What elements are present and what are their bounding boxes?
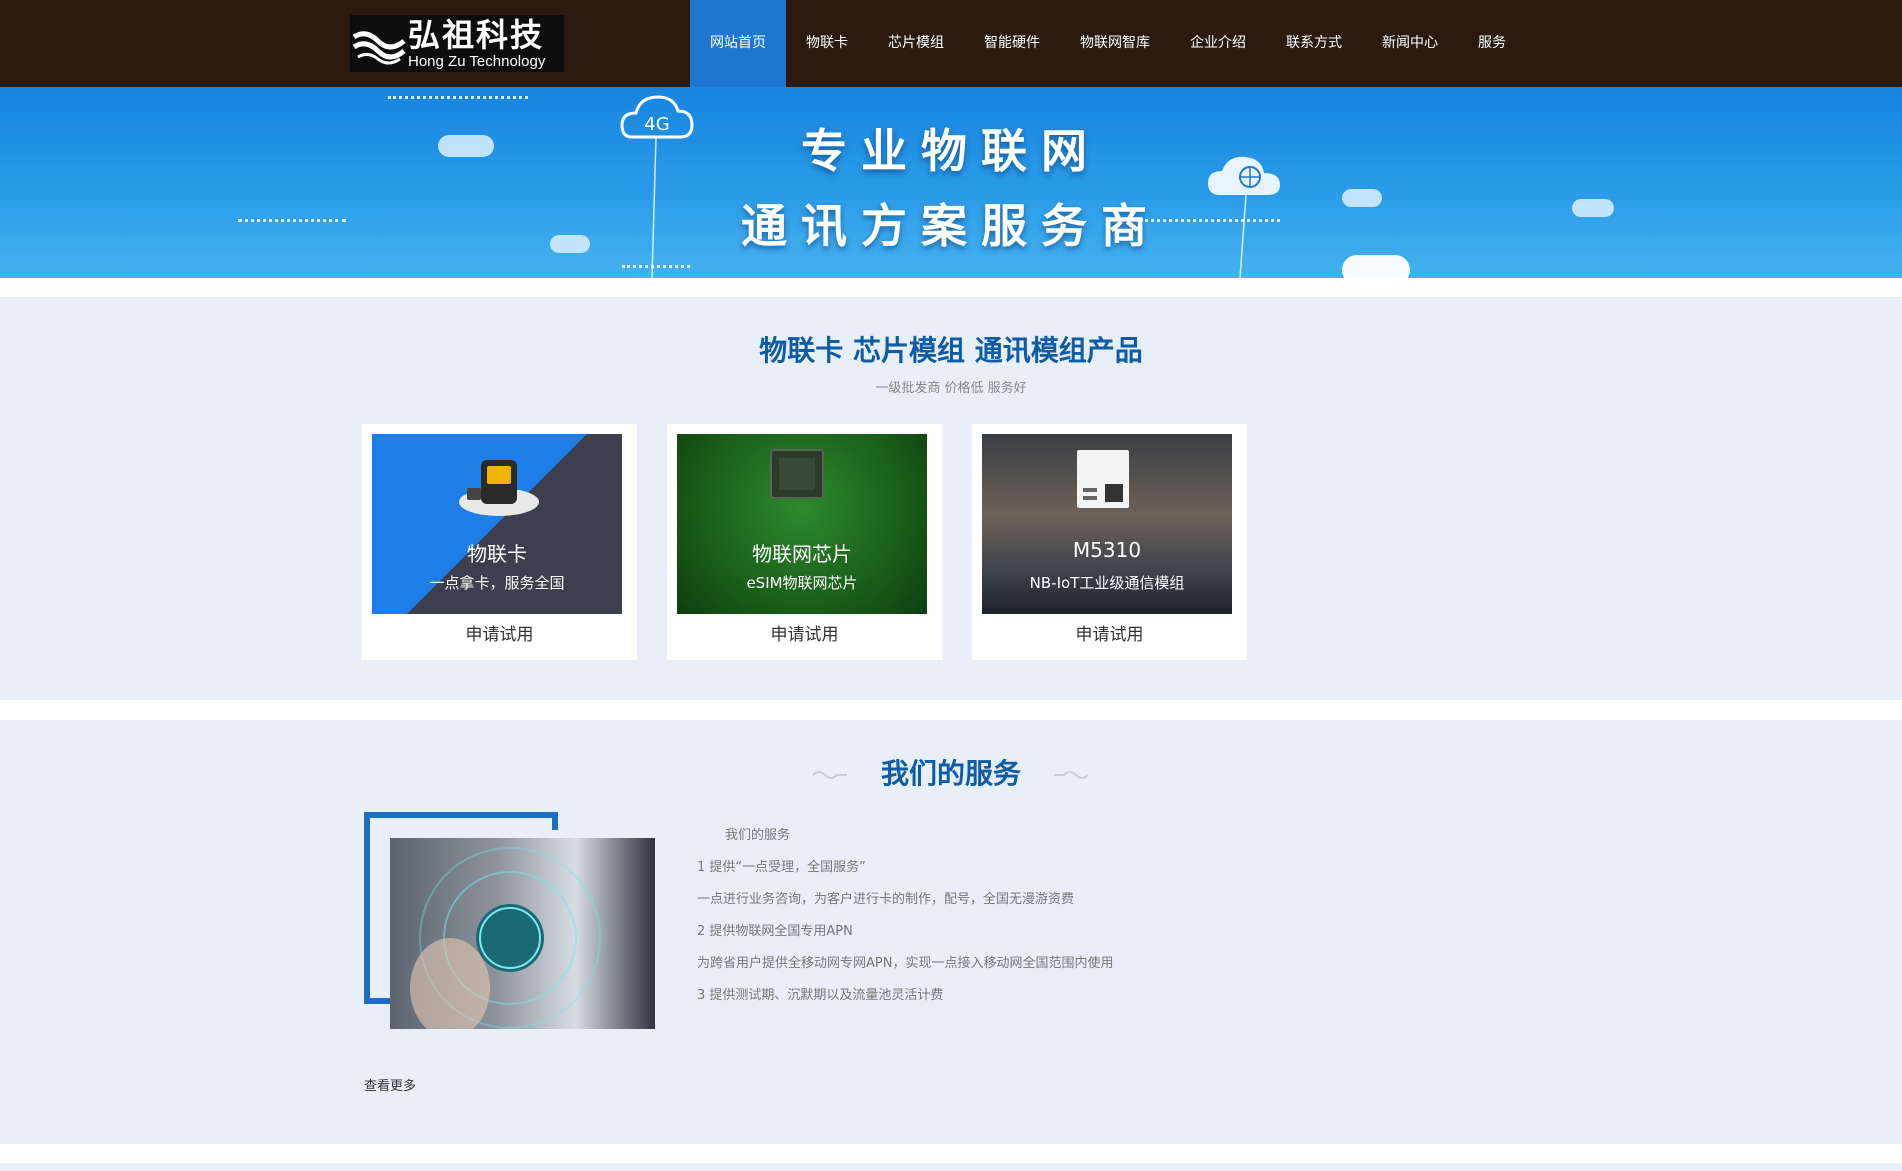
products-section: 物联卡 芯片模组 通讯模组产品 一级批发商 价格低 服务好 物联卡 一点拿卡，服… <box>0 297 1902 700</box>
service-line: 3 提供测试期、沉默期以及流量池灵活计费 <box>697 988 944 1003</box>
product-name: 物联网芯片 <box>752 542 852 566</box>
nav-company-intro[interactable]: 企业介绍 <box>1170 0 1266 87</box>
services-section: 我们的服务 我们的服务 1 提供“一点受理，全国服务” 一点进行业务咨询，为客户… <box>0 720 1902 1144</box>
apply-trial-button[interactable]: 申请试用 <box>667 620 942 645</box>
product-card-m5310[interactable]: M5310 NB-IoT工业级通信模组 申请试用 <box>972 424 1247 660</box>
service-line: 我们的服务 <box>725 828 791 843</box>
product-name: M5310 <box>1072 538 1142 562</box>
product-card-iot-card[interactable]: 物联卡 一点拿卡，服务全国 申请试用 <box>362 424 637 660</box>
nav-news[interactable]: 新闻中心 <box>1362 0 1458 87</box>
service-line: 2 提供物联网全国专用APN <box>697 924 853 939</box>
services-description: 我们的服务 1 提供“一点受理，全国服务” 一点进行业务咨询，为客户进行卡的制作… <box>697 820 1113 1012</box>
chip-icon <box>770 449 824 499</box>
nav-service[interactable]: 服务 <box>1458 0 1526 87</box>
sim-card-icon <box>459 460 539 516</box>
product-name: 物联卡 <box>467 542 527 566</box>
site-logo[interactable]: 弘祖科技 Hong Zu Technology <box>350 15 564 72</box>
nav-chip-module[interactable]: 芯片模组 <box>868 0 964 87</box>
logo-wave-icon <box>350 15 408 72</box>
product-image: 物联卡 一点拿卡，服务全国 <box>372 434 622 614</box>
main-nav: 网站首页 物联卡 芯片模组 智能硬件 物联网智库 企业介绍 联系方式 新闻中心 … <box>690 0 1526 87</box>
product-card-iot-chip[interactable]: 物联网芯片 eSIM物联网芯片 申请试用 <box>667 424 942 660</box>
service-line: 1 提供“一点受理，全国服务” <box>697 860 866 875</box>
nav-contact[interactable]: 联系方式 <box>1266 0 1362 87</box>
nav-smart-hardware[interactable]: 智能硬件 <box>964 0 1060 87</box>
logo-name-cn: 弘祖科技 <box>408 15 545 54</box>
services-image <box>390 838 655 1029</box>
apply-trial-button[interactable]: 申请试用 <box>362 620 637 645</box>
services-title: 我们的服务 <box>880 757 1021 790</box>
logo-name-en: Hong Zu Technology <box>408 52 546 70</box>
product-image: 物联网芯片 eSIM物联网芯片 <box>677 434 927 614</box>
service-line: 为跨省用户提供全移动网专网APN，实现一点接入移动网全国范围内使用 <box>697 956 1114 971</box>
nav-iot-think-tank[interactable]: 物联网智库 <box>1060 0 1170 87</box>
module-icon <box>1077 450 1129 508</box>
cloud-wifi-icon <box>1342 255 1410 278</box>
products-subtitle: 一级批发商 价格低 服务好 <box>875 381 1027 396</box>
next-section-edge <box>0 1163 1902 1171</box>
nav-iot-card[interactable]: 物联卡 <box>786 0 868 87</box>
service-line: 一点进行业务咨询，为客户进行卡的制作，配号，全国无漫游资费 <box>697 892 1075 907</box>
apply-trial-button[interactable]: 申请试用 <box>972 620 1247 645</box>
products-title: 物联卡 芯片模组 通讯模组产品 <box>759 334 1143 367</box>
dotted-line <box>388 96 528 99</box>
product-desc: 一点拿卡，服务全国 <box>429 574 565 592</box>
nav-home[interactable]: 网站首页 <box>690 0 786 87</box>
product-image: M5310 NB-IoT工业级通信模组 <box>982 434 1232 614</box>
site-header: 弘祖科技 Hong Zu Technology 网站首页 物联卡 芯片模组 智能… <box>0 0 1902 87</box>
banner-subheadline: 通讯方案服务商 <box>741 199 1161 253</box>
product-desc: NB-IoT工业级通信模组 <box>1029 574 1185 592</box>
hero-banner[interactable]: 4G 专业物联网 通讯方案服务商 <box>0 87 1902 278</box>
product-desc: eSIM物联网芯片 <box>746 574 858 592</box>
banner-headline: 专业物联网 <box>801 124 1101 178</box>
swirl-right-icon <box>1054 771 1089 779</box>
view-more-link[interactable]: 查看更多 <box>364 1075 416 1094</box>
